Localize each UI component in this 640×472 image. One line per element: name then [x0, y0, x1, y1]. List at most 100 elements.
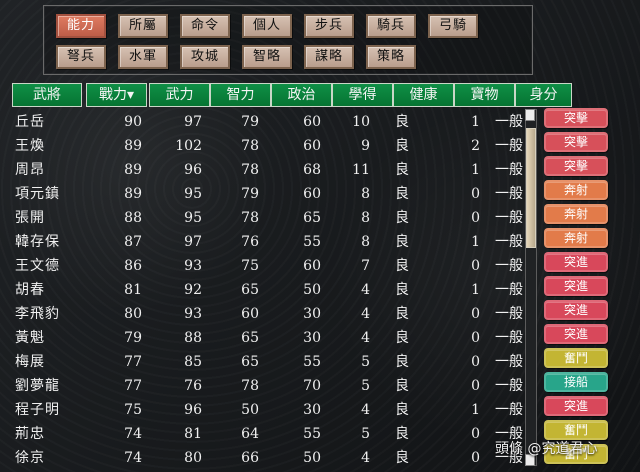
category-tab-4[interactable]: 步兵 [304, 14, 354, 38]
cell-treasure: 0 [471, 450, 480, 466]
cell-war: 81 [124, 282, 142, 298]
cell-health: 良 [395, 114, 409, 130]
table-row[interactable]: 王煥 89 102 78 60 9 良 2 一般 [12, 134, 523, 158]
cell-learn: 10 [352, 114, 370, 130]
column-header-6[interactable]: 健康 [393, 83, 454, 107]
cell-intel: 65 [241, 354, 259, 370]
table-row[interactable]: 李飛豹 80 93 60 30 4 良 0 一般 [12, 302, 523, 326]
cell-learn: 4 [361, 402, 370, 418]
table-row[interactable]: 丘岳 90 97 79 60 10 良 1 一般 [12, 110, 523, 134]
cell-treasure: 1 [471, 162, 480, 178]
cell-intel: 76 [241, 234, 259, 250]
category-tab-9[interactable]: 攻城 [180, 45, 230, 69]
skill-button[interactable]: 奔射 [544, 180, 608, 200]
table-row[interactable]: 黃魁 79 88 65 30 4 良 0 一般 [12, 326, 523, 350]
column-header-1[interactable]: 戰力▾ [86, 83, 147, 107]
cell-treasure: 1 [471, 282, 480, 298]
cell-politics: 68 [303, 162, 321, 178]
skill-button[interactable]: 奮鬥 [544, 420, 608, 440]
category-tab-1[interactable]: 所屬 [118, 14, 168, 38]
cell-politics: 60 [303, 258, 321, 274]
cell-name: 李飛豹 [15, 306, 60, 322]
skill-button[interactable]: 突進 [544, 276, 608, 296]
column-header-3[interactable]: 智力 [210, 83, 271, 107]
skill-button[interactable]: 奔射 [544, 204, 608, 224]
scroll-thumb[interactable] [526, 128, 536, 248]
table-scrollbar[interactable] [525, 109, 537, 466]
cell-treasure: 0 [471, 210, 480, 226]
skill-button[interactable]: 突進 [544, 300, 608, 320]
category-tab-5[interactable]: 騎兵 [366, 14, 416, 38]
table-row[interactable]: 胡春 81 92 65 50 4 良 1 一般 [12, 278, 523, 302]
cell-health: 良 [395, 402, 409, 418]
cell-intel: 79 [241, 114, 259, 130]
column-header-2[interactable]: 武力 [149, 83, 210, 107]
cell-war: 79 [124, 330, 142, 346]
cell-treasure: 1 [471, 402, 480, 418]
cell-politics: 55 [303, 354, 321, 370]
cell-name: 徐京 [15, 450, 45, 466]
skill-button[interactable]: 突進 [544, 252, 608, 272]
category-tab-6[interactable]: 弓騎 [428, 14, 478, 38]
table-row[interactable]: 荊忠 74 81 64 55 5 良 0 一般 [12, 422, 523, 446]
cell-war: 90 [124, 114, 142, 130]
table-row[interactable]: 周昂 89 96 78 68 11 良 1 一般 [12, 158, 523, 182]
table-row[interactable]: 梅展 77 85 65 55 5 良 0 一般 [12, 350, 523, 374]
skill-button[interactable]: 奮鬥 [544, 348, 608, 368]
cell-name: 黃魁 [15, 330, 45, 346]
cell-force: 80 [184, 450, 202, 466]
cell-treasure: 0 [471, 354, 480, 370]
cell-health: 良 [395, 450, 409, 466]
cell-intel: 65 [241, 282, 259, 298]
cell-health: 良 [395, 138, 409, 154]
category-tab-3[interactable]: 個人 [242, 14, 292, 38]
cell-war: 86 [124, 258, 142, 274]
column-header-4[interactable]: 政治 [271, 83, 332, 107]
scroll-up-arrow[interactable] [525, 109, 535, 121]
cell-war: 77 [124, 378, 142, 394]
table-row[interactable]: 張開 88 95 78 65 8 良 0 一般 [12, 206, 523, 230]
skill-button[interactable]: 突擊 [544, 108, 608, 128]
table-row[interactable]: 項元鎮 89 95 79 60 8 良 0 一般 [12, 182, 523, 206]
cell-force: 88 [184, 330, 202, 346]
category-tab-10[interactable]: 智略 [242, 45, 292, 69]
skill-button[interactable]: 突進 [544, 324, 608, 344]
skill-button[interactable]: 突擊 [544, 156, 608, 176]
cell-intel: 75 [241, 258, 259, 274]
cell-learn: 5 [361, 378, 370, 394]
column-header-7[interactable]: 寶物 [454, 83, 515, 107]
column-header-0[interactable]: 武將 [12, 83, 82, 107]
cell-health: 良 [395, 258, 409, 274]
cell-learn: 5 [361, 354, 370, 370]
cell-force: 85 [184, 354, 202, 370]
category-tab-2[interactable]: 命令 [180, 14, 230, 38]
column-header-8[interactable]: 身分 [515, 83, 572, 107]
cell-health: 良 [395, 330, 409, 346]
table-row[interactable]: 韓存保 87 97 76 55 8 良 1 一般 [12, 230, 523, 254]
category-tab-11[interactable]: 謀略 [304, 45, 354, 69]
cell-war: 87 [124, 234, 142, 250]
skill-button[interactable]: 接船 [544, 372, 608, 392]
cell-health: 良 [395, 210, 409, 226]
cell-learn: 5 [361, 426, 370, 442]
cell-learn: 4 [361, 330, 370, 346]
column-header-5[interactable]: 學得 [332, 83, 393, 107]
cell-name: 韓存保 [15, 234, 60, 250]
category-tab-12[interactable]: 策略 [366, 45, 416, 69]
table-row[interactable]: 徐京 74 80 66 50 4 良 0 一般 [12, 446, 523, 470]
skill-button[interactable]: 突擊 [544, 132, 608, 152]
skill-button[interactable]: 突進 [544, 396, 608, 416]
cell-intel: 78 [241, 138, 259, 154]
cell-name: 項元鎮 [15, 186, 60, 202]
skill-button[interactable]: 奔射 [544, 228, 608, 248]
table-row[interactable]: 程子明 75 96 50 30 4 良 1 一般 [12, 398, 523, 422]
category-tab-8[interactable]: 水軍 [118, 45, 168, 69]
table-row[interactable]: 王文德 86 93 75 60 7 良 0 一般 [12, 254, 523, 278]
cell-treasure: 0 [471, 378, 480, 394]
cell-health: 良 [395, 306, 409, 322]
category-tab-0[interactable]: 能力 [56, 14, 106, 38]
table-row[interactable]: 劉夢龍 77 76 78 70 5 良 0 一般 [12, 374, 523, 398]
category-tab-7[interactable]: 弩兵 [56, 45, 106, 69]
cell-intel: 78 [241, 210, 259, 226]
cell-force: 81 [184, 426, 202, 442]
